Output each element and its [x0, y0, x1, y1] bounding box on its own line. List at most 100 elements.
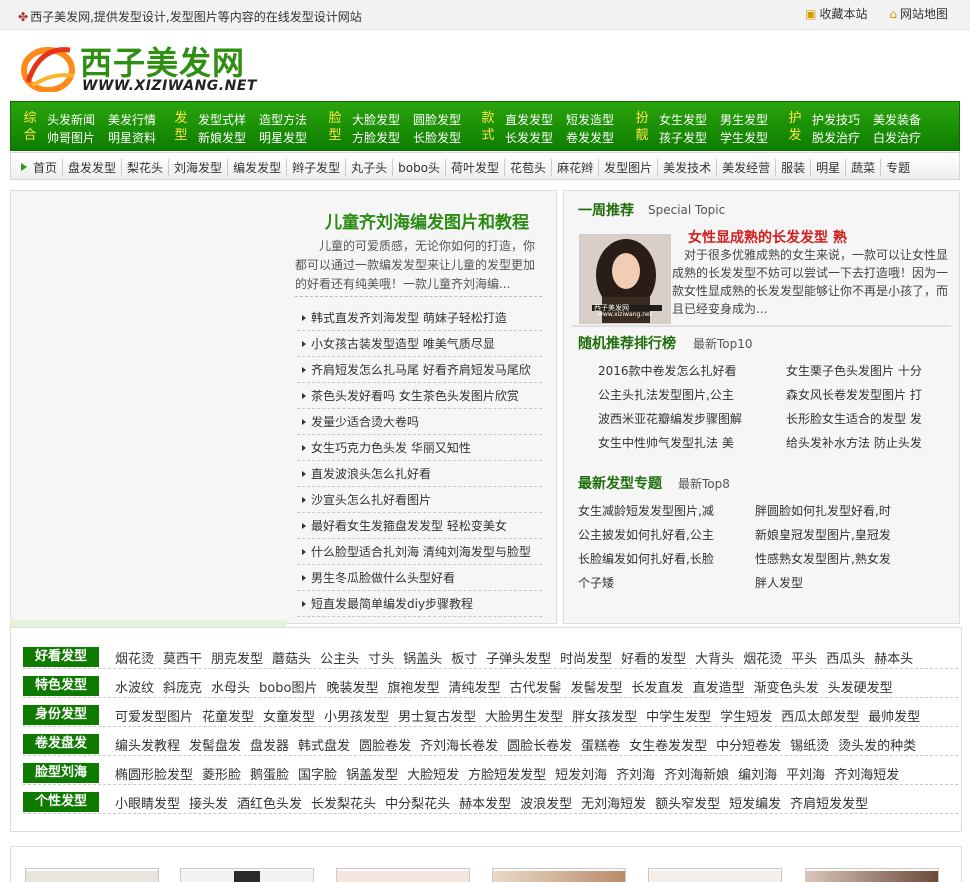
tag-link[interactable]: 西瓜头	[826, 652, 865, 667]
nav-item[interactable]: 女生发型	[659, 111, 707, 128]
tag-link[interactable]: 齐刘海长卷发	[420, 739, 498, 754]
tag-link[interactable]: 发髻发型	[571, 681, 623, 696]
nav-item[interactable]: 明星资料	[108, 129, 156, 146]
sub-nav-item[interactable]: 荷叶发型	[445, 159, 504, 176]
sub-nav-item[interactable]: 服装	[775, 159, 810, 176]
tag-row-label[interactable]: 个性发型	[23, 792, 99, 812]
nav-item[interactable]: 明星发型	[259, 129, 307, 146]
sub-nav-item[interactable]: 编发发型	[227, 159, 286, 176]
recommend-photo[interactable]: 西子美发网 www.xiziwang.net	[579, 234, 671, 324]
tag-link[interactable]: 平刘海	[786, 768, 825, 783]
article-link[interactable]: 韩式直发齐刘海发型 萌妹子轻松打造	[297, 305, 542, 331]
sub-nav-item[interactable]: 首页	[17, 159, 62, 176]
tag-link[interactable]: 接头发	[189, 797, 228, 812]
sub-nav-item[interactable]: 明星	[810, 159, 845, 176]
tag-link[interactable]: 烟花烫	[115, 652, 154, 667]
tag-link[interactable]: 平头	[791, 652, 817, 667]
tag-link[interactable]: 韩式盘发	[298, 739, 350, 754]
nav-item[interactable]: 美发装备	[873, 111, 921, 128]
tag-link[interactable]: 渐变色头发	[754, 681, 819, 696]
sub-nav-item[interactable]: 发型图片	[598, 159, 657, 176]
tag-link[interactable]: 时尚发型	[560, 652, 612, 667]
sub-nav-item[interactable]: bobo头	[392, 159, 445, 176]
random-link[interactable]: 森女风长卷发发型图片 打	[786, 383, 926, 407]
tag-link[interactable]: 菱形脸	[202, 768, 241, 783]
tag-link[interactable]: 发髻盘发	[189, 739, 241, 754]
topic-link[interactable]: 个子矮	[578, 571, 748, 595]
tag-link[interactable]: 赫本头	[874, 652, 913, 667]
tag-link[interactable]: 国字脸	[298, 768, 337, 783]
nav-item[interactable]: 新娘发型	[198, 129, 246, 146]
nav-item[interactable]: 美发行情	[108, 111, 156, 128]
sub-nav-item[interactable]: 辫子发型	[286, 159, 345, 176]
tag-link[interactable]: 小眼睛发型	[115, 797, 180, 812]
tag-link[interactable]: 编刘海	[738, 768, 777, 783]
tag-link[interactable]: 头发硬发型	[828, 681, 893, 696]
nav-item[interactable]: 长脸发型	[413, 129, 461, 146]
tag-link[interactable]: 锅盖发型	[346, 768, 398, 783]
tag-link[interactable]: 水波纹	[115, 681, 154, 696]
topic-link[interactable]: 胖圆脸如何扎发型好看,时	[755, 499, 935, 523]
tag-link[interactable]: 大背头	[695, 652, 734, 667]
gallery-thumb[interactable]	[805, 868, 939, 882]
random-link[interactable]: 给头发补水方法 防止头发	[786, 431, 926, 455]
random-link[interactable]: 波西米亚花瓣编发步骤图解	[598, 407, 778, 431]
nav-item[interactable]: 男生发型	[720, 111, 768, 128]
sub-nav-item[interactable]: 专题	[880, 159, 915, 176]
recommend-title[interactable]: 女性显成熟的长发发型 熟	[688, 227, 847, 247]
nav-item[interactable]: 大脸发型	[352, 111, 400, 128]
tag-link[interactable]: 短发编发	[729, 797, 781, 812]
tag-link[interactable]: 子弹头发型	[486, 652, 551, 667]
tag-row-label[interactable]: 特色发型	[23, 676, 99, 696]
tag-link[interactable]: 锡纸烫	[790, 739, 829, 754]
tag-link[interactable]: 圆脸卷发	[359, 739, 411, 754]
sub-nav-item[interactable]: 蔬菜	[845, 159, 880, 176]
tag-link[interactable]: 齐肩短发发型	[790, 797, 868, 812]
random-link[interactable]: 2016款中卷发怎么扎好看	[598, 359, 778, 383]
gallery-thumb[interactable]	[492, 868, 626, 882]
gallery-thumb[interactable]	[25, 868, 159, 882]
tag-link[interactable]: 直发造型	[693, 681, 745, 696]
topic-link[interactable]: 女生减龄短发发型图片,减	[578, 499, 748, 523]
article-link[interactable]: 小女孩古装发型造型 唯美气质尽显	[297, 331, 542, 357]
tag-link[interactable]: 好看的发型	[621, 652, 686, 667]
tag-link[interactable]: 短发刘海	[555, 768, 607, 783]
tag-link[interactable]: bobo图片	[259, 681, 317, 696]
topic-link[interactable]: 长脸编发如何扎好看,长脸	[578, 547, 748, 571]
article-link[interactable]: 直发波浪头怎么扎好看	[297, 461, 542, 487]
nav-item[interactable]: 脱发治疗	[812, 129, 860, 146]
tag-link[interactable]: 花童发型	[202, 710, 254, 725]
tag-link[interactable]: 女生卷发发型	[629, 739, 707, 754]
tag-link[interactable]: 古代发髻	[510, 681, 562, 696]
sub-nav-item[interactable]: 盘发发型	[62, 159, 121, 176]
tag-link[interactable]: 齐刘海新娘	[664, 768, 729, 783]
tag-link[interactable]: 蘑菇头	[272, 652, 311, 667]
tag-link[interactable]: 额头窄发型	[655, 797, 720, 812]
random-link[interactable]: 公主头扎法发型图片,公主	[598, 383, 778, 407]
gallery-thumb[interactable]	[648, 868, 782, 882]
nav-item[interactable]: 直发发型	[505, 111, 553, 128]
tag-link[interactable]: 椭圆形脸发型	[115, 768, 193, 783]
nav-item[interactable]: 圆脸发型	[413, 111, 461, 128]
tag-link[interactable]: 大脸短发	[407, 768, 459, 783]
topic-link[interactable]: 胖人发型	[755, 571, 935, 595]
site-logo[interactable]: 西子美发网 WWW.XIZIWANG.NET	[18, 38, 268, 96]
topic-link[interactable]: 新娘皇冠发型图片,皇冠发	[755, 523, 935, 547]
tag-link[interactable]: 西瓜太郎发型	[781, 710, 859, 725]
tag-link[interactable]: 公主头	[320, 652, 359, 667]
tag-row-label[interactable]: 卷发盘发	[23, 734, 99, 754]
tag-link[interactable]: 中学生发型	[646, 710, 711, 725]
sub-nav-item[interactable]: 刘海发型	[168, 159, 227, 176]
nav-item[interactable]: 短发造型	[566, 111, 614, 128]
tag-link[interactable]: 齐刘海短发	[834, 768, 899, 783]
topic-link[interactable]: 性感熟女发型图片,熟女发	[755, 547, 935, 571]
gallery-thumb[interactable]	[336, 868, 470, 882]
tag-link[interactable]: 烟花烫	[743, 652, 782, 667]
bookmark-link[interactable]: ▣ 收藏本站	[805, 5, 867, 22]
tag-link[interactable]: 寸头	[368, 652, 394, 667]
tag-row-label[interactable]: 脸型刘海	[23, 763, 99, 783]
nav-item[interactable]: 发型式样	[198, 111, 246, 128]
tag-link[interactable]: 长发梨花头	[311, 797, 376, 812]
tag-link[interactable]: 波浪发型	[520, 797, 572, 812]
nav-item[interactable]: 帅哥图片	[47, 129, 95, 146]
